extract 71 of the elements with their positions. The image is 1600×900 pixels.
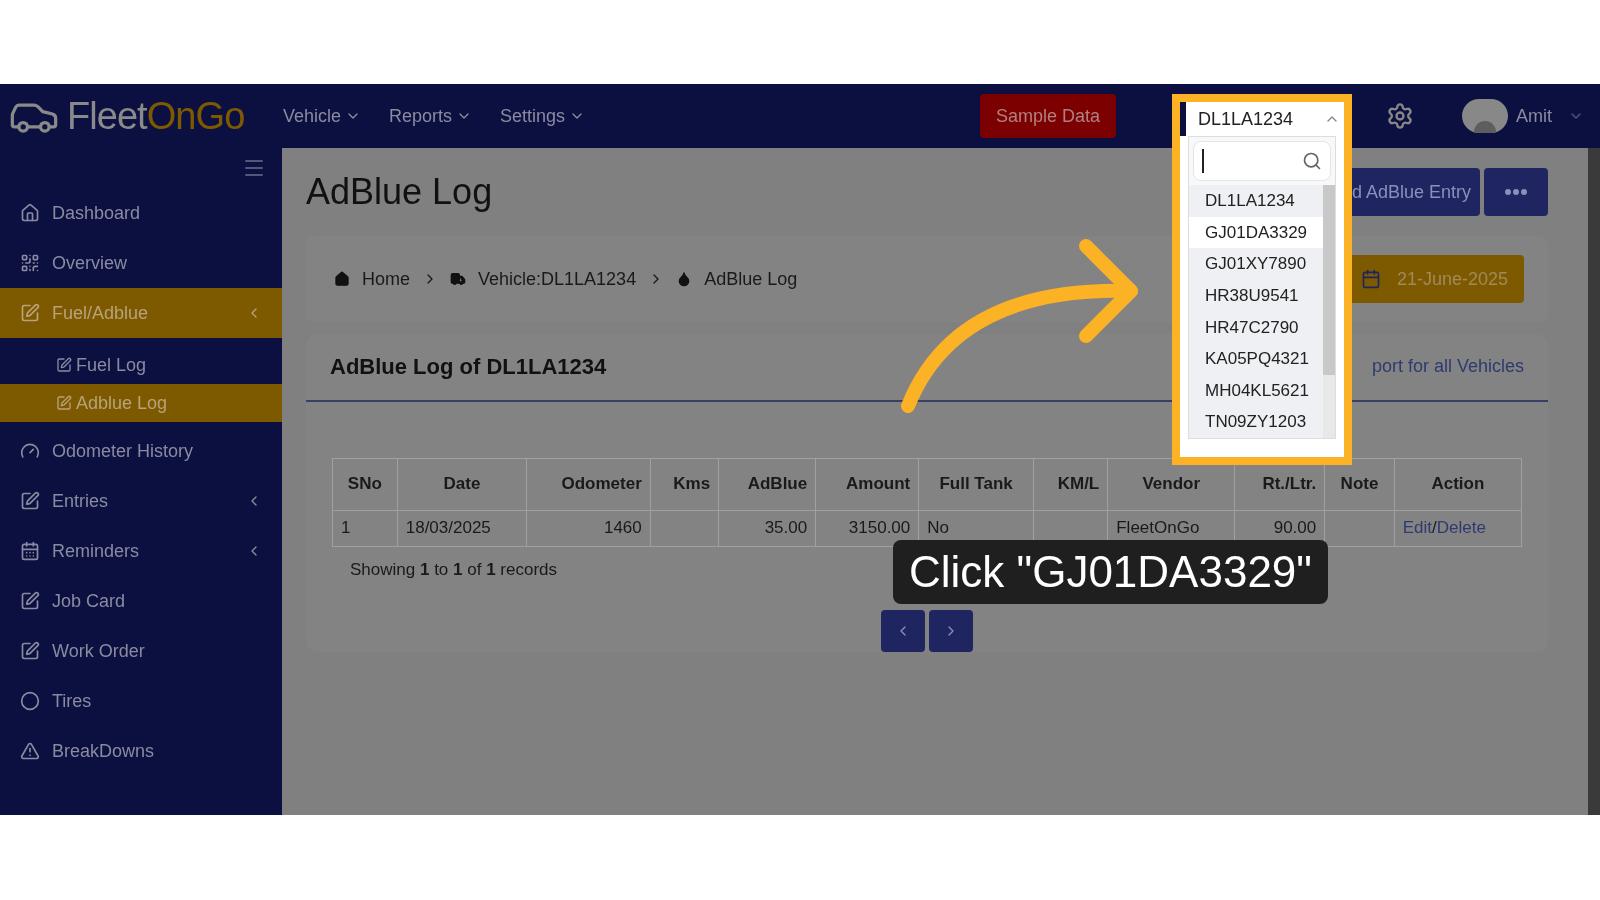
- more-icon: [1505, 189, 1527, 195]
- avatar[interactable]: [1462, 99, 1508, 133]
- sidebar-item[interactable]: Overview: [0, 238, 282, 288]
- calendar-icon: [1360, 269, 1381, 289]
- edit-icon: [20, 641, 40, 661]
- sidebar-item[interactable]: Job Card: [0, 576, 282, 626]
- user-name[interactable]: Amit: [1516, 102, 1552, 130]
- table-cell: 1460: [526, 510, 651, 546]
- edit-icon: [56, 395, 72, 411]
- truck-icon: [450, 271, 466, 287]
- dropdown-option[interactable]: KA05PQ4321: [1189, 343, 1323, 375]
- warning-icon: [20, 741, 40, 761]
- more-button[interactable]: [1484, 168, 1548, 216]
- edit-icon: [20, 591, 40, 611]
- column-header: SNo: [332, 458, 398, 510]
- calendar-icon: [20, 541, 40, 561]
- table-cell: 18/03/2025: [397, 510, 527, 546]
- column-header: Kms: [650, 458, 719, 510]
- search-field[interactable]: [1193, 141, 1331, 181]
- column-header: Amount: [815, 458, 919, 510]
- breadcrumb-link[interactable]: Vehicle:DL1LA1234: [478, 265, 637, 293]
- card-title: AdBlue Log of DL1LA1234: [330, 353, 607, 382]
- gauge-icon: [20, 441, 40, 461]
- sidebar-item[interactable]: Entries: [0, 476, 282, 526]
- dropdown-option[interactable]: GJ01XY7890: [1189, 248, 1323, 280]
- instruction-tooltip: Click "GJ01DA3329": [893, 540, 1328, 604]
- page-title: AdBlue Log: [306, 170, 493, 214]
- sidebar-item[interactable]: Dashboard: [0, 188, 282, 238]
- home-icon: [334, 271, 350, 287]
- next-page-button[interactable]: [929, 610, 973, 652]
- column-header: Date: [397, 458, 527, 510]
- column-header: KM/L: [1033, 458, 1108, 510]
- nav-menu[interactable]: Settings: [500, 102, 586, 130]
- nav-menu[interactable]: Reports: [389, 102, 473, 130]
- qr-code-icon: [20, 253, 40, 273]
- search-icon: [1302, 151, 1322, 171]
- sample-data-button[interactable]: Sample Data: [979, 94, 1116, 138]
- dropdown-option[interactable]: HR38U9541: [1189, 279, 1323, 312]
- sidebar-item[interactable]: Reminders: [0, 526, 282, 576]
- column-header: Full Tank: [918, 458, 1034, 510]
- edit-icon: [20, 491, 40, 511]
- previous-page-button[interactable]: [881, 610, 925, 652]
- home-icon: [20, 203, 40, 223]
- records-summary: Showing 1 to 1 of 1 records: [350, 558, 557, 581]
- circle-icon: [20, 691, 40, 711]
- table-cell: 1: [332, 510, 398, 546]
- dropdown-option[interactable]: GJ01DA3329: [1189, 216, 1323, 249]
- nav-menu[interactable]: Vehicle: [283, 102, 362, 130]
- export-link[interactable]: port for all Vehicles: [1371, 353, 1524, 381]
- dropdown-option[interactable]: HR47C2790: [1189, 311, 1323, 344]
- logo-text: FleetOnGo: [67, 93, 245, 139]
- edit-icon: [20, 303, 40, 323]
- sidebar-item[interactable]: Odometer History: [0, 426, 282, 476]
- sidebar-item[interactable]: Tires: [0, 676, 282, 726]
- column-header: Action: [1394, 458, 1522, 510]
- table-cell: 35.00: [718, 510, 816, 546]
- separator: /: [1432, 518, 1437, 538]
- delete-link[interactable]: Delete: [1436, 518, 1486, 538]
- sidebar-item[interactable]: BreakDowns: [0, 726, 282, 776]
- column-header: AdBlue: [718, 458, 816, 510]
- edit-icon: [56, 357, 72, 373]
- sidebar-item[interactable]: Work Order: [0, 626, 282, 676]
- dropdown-option[interactable]: DL1LA1234: [1189, 185, 1323, 217]
- breadcrumb-link[interactable]: AdBlue Log: [704, 265, 798, 293]
- settings-icon[interactable]: [1386, 102, 1414, 130]
- sidebar-subitem[interactable]: Fuel Log: [0, 346, 282, 384]
- column-header: Odometer: [526, 458, 651, 510]
- edit-link[interactable]: Edit: [1402, 518, 1433, 538]
- breadcrumb-link[interactable]: Home: [362, 265, 410, 293]
- dropdown-option[interactable]: TN09ZY1203: [1189, 406, 1323, 438]
- dropdown-option[interactable]: MH04KL5621: [1189, 374, 1323, 407]
